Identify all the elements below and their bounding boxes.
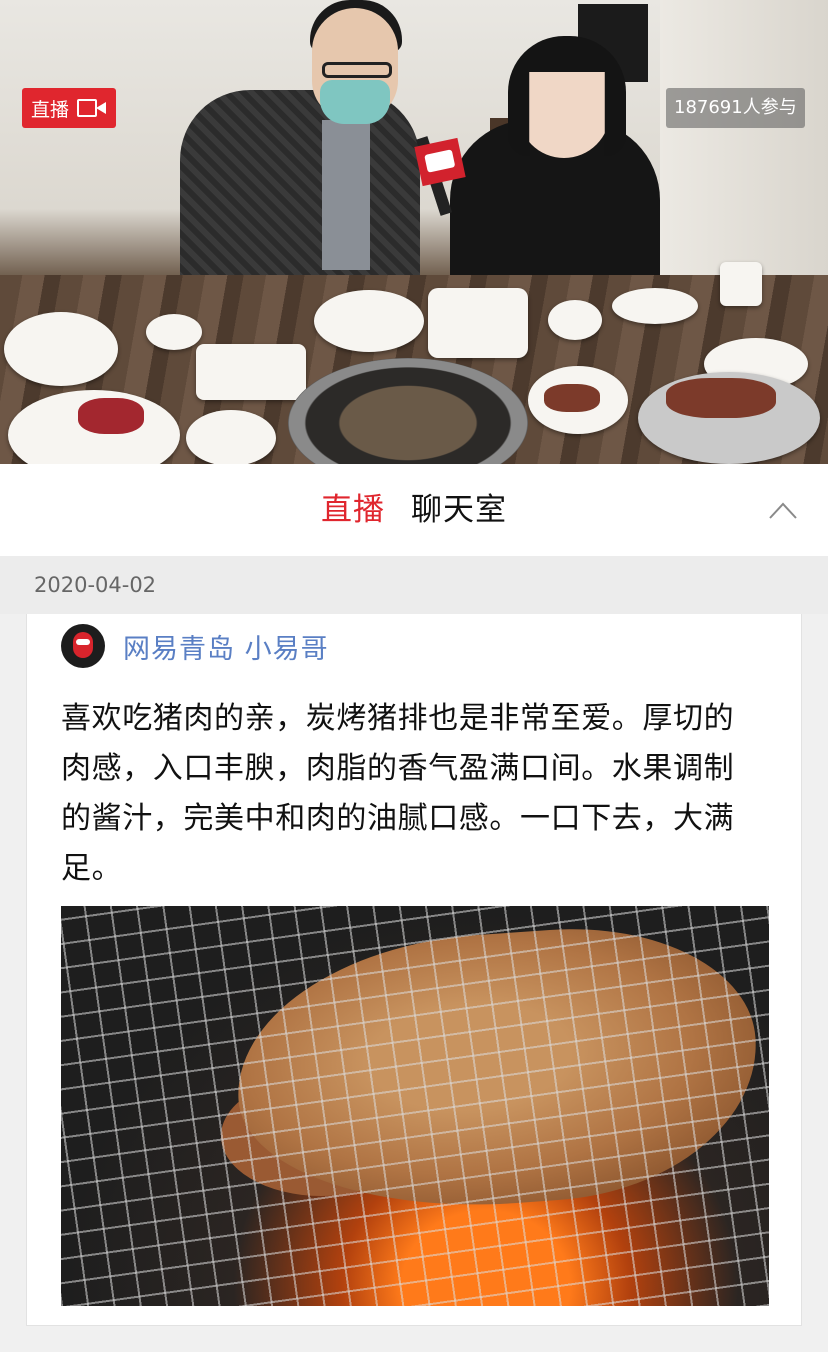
live-video-player[interactable]: 直播 187691人参与 — [0, 0, 828, 464]
food-plate — [612, 288, 698, 324]
host-figure — [180, 90, 420, 305]
host-mask — [320, 80, 390, 124]
live-badge: 直播 — [22, 88, 116, 128]
author-name-link[interactable]: 网易青岛 小易哥 — [123, 627, 329, 666]
sauce-bowl — [548, 300, 602, 340]
sauce-bowl — [146, 314, 202, 350]
grill-grate-image — [61, 906, 769, 1306]
post-image[interactable] — [61, 906, 769, 1306]
video-camera-icon — [77, 99, 107, 117]
tab-live[interactable]: 直播 — [321, 464, 385, 556]
cup — [720, 262, 762, 306]
tab-chatroom[interactable]: 聊天室 — [411, 464, 507, 556]
avatar[interactable] — [61, 624, 105, 668]
grilled-meat — [666, 378, 776, 418]
post-date: 2020-04-02 — [0, 556, 828, 614]
food-plate — [314, 290, 424, 352]
live-badge-label: 直播 — [30, 98, 69, 121]
post-card: 网易青岛 小易哥 喜欢吃猪肉的亲，炭烤猪排也是非常至爱。厚切的肉感，入口丰腴，肉… — [26, 614, 802, 1326]
tab-bar: 直播 聊天室 — [0, 464, 828, 556]
kimchi-bowl — [186, 410, 276, 464]
participant-count: 187691人参与 — [666, 88, 805, 128]
host-shirt — [322, 120, 370, 270]
chevron-up-icon[interactable] — [768, 498, 798, 522]
food-plate — [428, 288, 528, 358]
host-glasses — [322, 62, 392, 78]
raw-meat — [78, 398, 144, 434]
post-author: 网易青岛 小易哥 — [61, 624, 329, 668]
post-body-text: 喜欢吃猪肉的亲，炭烤猪排也是非常至爱。厚切的肉感，入口丰腴，肉脂的香气盈满口间。… — [61, 701, 735, 886]
grilled-meat — [544, 384, 600, 412]
food-plate — [4, 312, 118, 386]
video-background — [660, 0, 828, 300]
food-plate — [196, 344, 306, 400]
